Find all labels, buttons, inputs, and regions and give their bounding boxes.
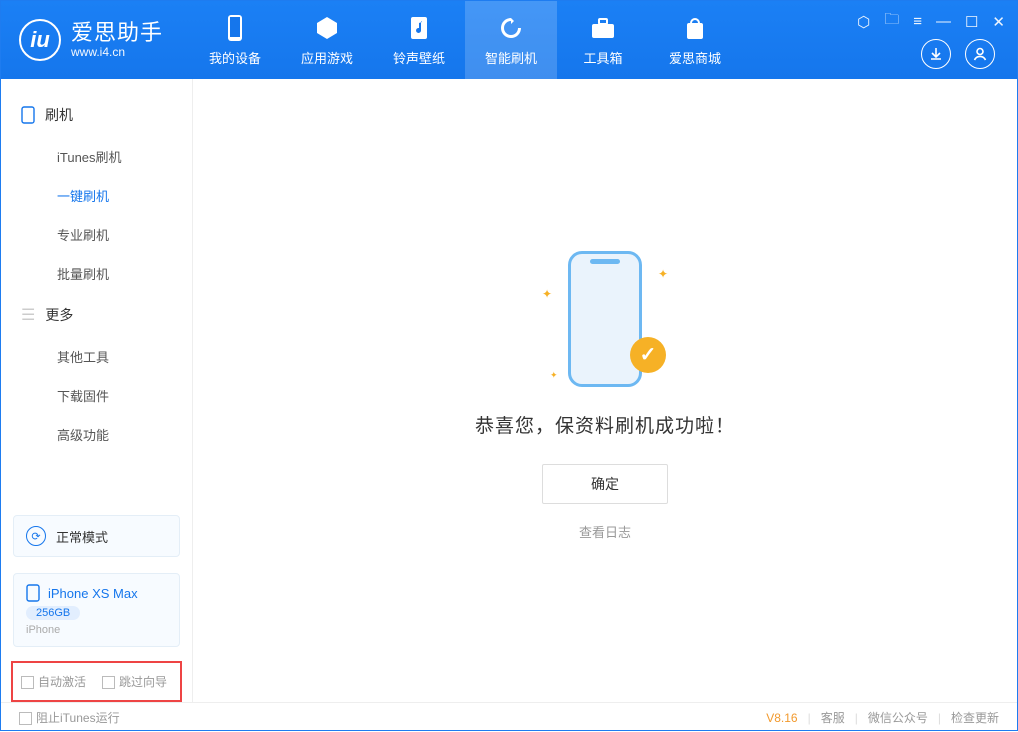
support-link[interactable]: 客服	[821, 709, 845, 726]
maximize-button[interactable]: ☐	[965, 13, 978, 31]
nav-tab-device[interactable]: 我的设备	[189, 1, 281, 79]
check-icon: ✓	[630, 337, 666, 373]
device-icon	[26, 584, 40, 602]
header-actions	[921, 39, 995, 69]
ok-button[interactable]: 确定	[542, 464, 668, 504]
sidebar-item-download-fw[interactable]: 下载固件	[1, 376, 192, 415]
device-type: iPhone	[26, 624, 167, 636]
app-url: www.i4.cn	[71, 46, 163, 59]
sidebar-item-pro-flash[interactable]: 专业刷机	[1, 215, 192, 254]
nav-label: 铃声壁纸	[393, 48, 445, 67]
close-button[interactable]: ✕	[992, 13, 1005, 31]
sidebar-item-advanced[interactable]: 高级功能	[1, 415, 192, 454]
statusbar: 阻止iTunes运行 V8.16 | 客服 | 微信公众号 | 检查更新	[1, 702, 1017, 732]
success-illustration: ✦✦✦ ✓	[540, 241, 670, 391]
music-icon	[407, 14, 431, 42]
nav-tab-ring[interactable]: 铃声壁纸	[373, 1, 465, 79]
version-label: V8.16	[766, 711, 797, 725]
main-content: ✦✦✦ ✓ 恭喜您，保资料刷机成功啦！ 确定 查看日志	[193, 79, 1017, 702]
nav-tab-tools[interactable]: 工具箱	[557, 1, 649, 79]
phone-outline-icon	[21, 106, 35, 124]
nav-tab-store[interactable]: 爱思商城	[649, 1, 741, 79]
minimize-button[interactable]: —	[936, 13, 951, 30]
window-controls: ⬡ 🗀 ≡ — ☐ ✕	[857, 9, 1005, 34]
toolbox-icon	[589, 14, 617, 42]
app-name: 爱思助手	[71, 21, 163, 45]
nav-tabs: 我的设备 应用游戏 铃声壁纸 智能刷机 工具箱 爱思商城	[189, 1, 741, 79]
download-button[interactable]	[921, 39, 951, 69]
nav-label: 工具箱	[584, 48, 623, 67]
logo-icon: iu	[19, 19, 61, 61]
sidebar-item-oneclick-flash[interactable]: 一键刷机	[1, 176, 192, 215]
list-icon: ☰	[21, 305, 35, 325]
nav-label: 应用游戏	[301, 48, 353, 67]
device-card[interactable]: iPhone XS Max 256GB iPhone	[13, 573, 180, 647]
nav-tab-flash[interactable]: 智能刷机	[465, 1, 557, 79]
wechat-link[interactable]: 微信公众号	[868, 709, 928, 726]
titlebar: iu 爱思助手 www.i4.cn 我的设备 应用游戏 铃声壁纸 智能刷机 工具…	[1, 1, 1017, 79]
bag-icon	[683, 14, 707, 42]
sidebar-item-batch-flash[interactable]: 批量刷机	[1, 254, 192, 293]
mode-label: 正常模式	[56, 527, 108, 546]
user-button[interactable]	[965, 39, 995, 69]
update-link[interactable]: 检查更新	[951, 709, 999, 726]
sidebar: 刷机 iTunes刷机 一键刷机 专业刷机 批量刷机 ☰ 更多 其他工具 下载固…	[1, 79, 193, 702]
lock-icon[interactable]: 🗀	[884, 9, 899, 34]
refresh-icon	[498, 14, 524, 42]
view-log-link[interactable]: 查看日志	[579, 522, 631, 541]
sidebar-section-more: ☰ 更多	[1, 293, 192, 337]
sidebar-section-flash: 刷机	[1, 93, 192, 137]
shirt-icon[interactable]: ⬡	[857, 13, 870, 31]
nav-label: 我的设备	[209, 48, 261, 67]
logo-area: iu 爱思助手 www.i4.cn	[1, 19, 181, 61]
auto-activate-checkbox[interactable]: 自动激活	[21, 673, 86, 690]
sidebar-item-itunes-flash[interactable]: iTunes刷机	[1, 137, 192, 176]
device-storage: 256GB	[26, 606, 80, 620]
nav-tab-apps[interactable]: 应用游戏	[281, 1, 373, 79]
flash-options-box: 自动激活 跳过向导	[11, 661, 182, 702]
skip-guide-checkbox[interactable]: 跳过向导	[102, 673, 167, 690]
nav-label: 爱思商城	[669, 48, 721, 67]
mode-icon: ⟳	[26, 526, 46, 546]
mode-card[interactable]: ⟳ 正常模式	[13, 515, 180, 557]
sidebar-item-other-tools[interactable]: 其他工具	[1, 337, 192, 376]
block-itunes-checkbox[interactable]: 阻止iTunes运行	[19, 709, 120, 726]
device-name: iPhone XS Max	[48, 586, 138, 601]
nav-label: 智能刷机	[485, 48, 537, 67]
success-message: 恭喜您，保资料刷机成功啦！	[475, 411, 735, 438]
phone-icon	[225, 14, 245, 42]
menu-icon[interactable]: ≡	[913, 13, 922, 30]
cube-icon	[313, 14, 341, 42]
